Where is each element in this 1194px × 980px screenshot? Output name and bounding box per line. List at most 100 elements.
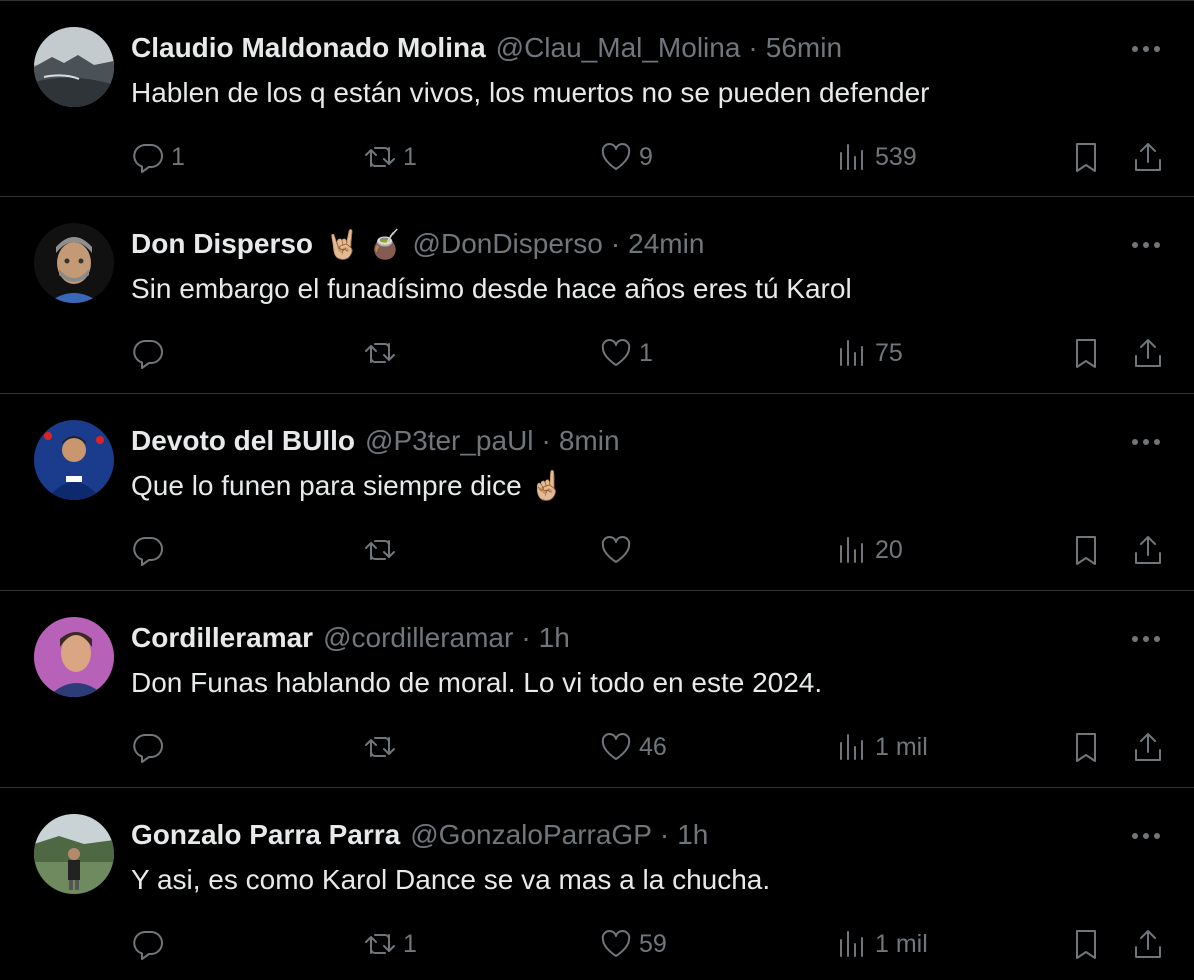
retweet-button[interactable] [363, 727, 403, 767]
timestamp[interactable]: 8min [559, 425, 620, 457]
avatar[interactable] [34, 617, 114, 697]
share-button[interactable] [1131, 137, 1165, 177]
bookmark-button[interactable] [1069, 137, 1103, 177]
view-count: 539 [875, 142, 917, 171]
timestamp[interactable]: 56min [766, 32, 842, 64]
separator: · [659, 819, 670, 850]
action-bar: 46 1 mil [131, 727, 1174, 767]
like-count: 59 [639, 929, 667, 958]
share-button[interactable] [1131, 924, 1165, 964]
name-emoji: 🤘🏼 🧉 [325, 228, 403, 260]
avatar[interactable] [34, 27, 114, 107]
user-handle[interactable]: @P3ter_paUl [365, 425, 534, 457]
views-button[interactable]: 20 [835, 530, 903, 570]
like-icon [601, 733, 631, 760]
retweet-icon [365, 343, 395, 363]
bookmark-button[interactable] [1069, 530, 1103, 570]
view-count: 1 mil [875, 732, 928, 761]
tweet-header: Claudio Maldonado Molina @Clau_Mal_Molin… [131, 28, 1104, 68]
tweet[interactable]: Devoto del BUllo @P3ter_paUl · 8min Que … [0, 394, 1194, 591]
avatar[interactable] [34, 223, 114, 303]
like-button[interactable]: 1 [599, 333, 653, 373]
share-button[interactable] [1131, 727, 1165, 767]
reply-button[interactable] [131, 924, 171, 964]
reply-button[interactable]: 1 [131, 137, 185, 177]
user-handle[interactable]: @GonzaloParraGP [410, 819, 652, 851]
display-name[interactable]: Gonzalo Parra Parra [131, 819, 400, 851]
display-name[interactable]: Cordilleramar [131, 622, 313, 654]
tweet[interactable]: Don Disperso 🤘🏼 🧉 @DonDisperso · 24min S… [0, 197, 1194, 394]
more-icon[interactable] [1128, 818, 1164, 854]
views-button[interactable]: 1 mil [835, 727, 928, 767]
timestamp[interactable]: 1h [677, 819, 708, 851]
retweet-button[interactable] [363, 333, 403, 373]
like-icon [601, 536, 631, 563]
retweet-button[interactable] [363, 530, 403, 570]
reply-button[interactable] [131, 530, 171, 570]
user-handle[interactable]: @cordilleramar [323, 622, 513, 654]
display-name[interactable]: Claudio Maldonado Molina [131, 32, 486, 64]
tweet-text: Y asi, es como Karol Dance se va mas a l… [131, 864, 771, 895]
bookmark-icon [1076, 536, 1096, 565]
tweet-header: Don Disperso 🤘🏼 🧉 @DonDisperso · 24min [131, 224, 1104, 264]
separator: · [541, 425, 551, 456]
avatar[interactable] [34, 420, 114, 500]
like-button[interactable]: 46 [599, 727, 667, 767]
tweet-header: Devoto del BUllo @P3ter_paUl · 8min [131, 421, 1104, 461]
more-icon[interactable] [1128, 424, 1164, 460]
share-icon [1135, 930, 1161, 958]
share-icon [1135, 536, 1161, 564]
retweet-icon [365, 540, 395, 560]
tweet-text: Don Funas hablando de moral. Lo vi todo … [131, 667, 823, 698]
reply-icon [133, 340, 163, 369]
tweet-text: Que lo funen para siempre dice ☝🏼 [131, 470, 565, 501]
like-icon [601, 930, 631, 957]
bookmark-icon [1076, 143, 1096, 172]
like-button[interactable] [599, 530, 639, 570]
like-button[interactable]: 59 [599, 924, 667, 964]
tweet[interactable]: Gonzalo Parra Parra @GonzaloParraGP · 1h… [0, 788, 1194, 978]
more-icon[interactable] [1128, 227, 1164, 263]
share-icon [1135, 339, 1161, 367]
timestamp[interactable]: 24min [628, 228, 704, 260]
reply-button[interactable] [131, 333, 171, 373]
share-icon [1135, 733, 1161, 761]
share-button[interactable] [1131, 530, 1165, 570]
views-button[interactable]: 539 [835, 137, 917, 177]
share-button[interactable] [1131, 333, 1165, 373]
views-button[interactable]: 75 [835, 333, 903, 373]
user-handle[interactable]: @DonDisperso [413, 228, 603, 260]
tweet[interactable]: Claudio Maldonado Molina @Clau_Mal_Molin… [0, 0, 1194, 197]
retweet-button[interactable]: 1 [363, 137, 417, 177]
like-count: 9 [639, 142, 653, 171]
more-icon[interactable] [1128, 621, 1164, 657]
action-bar: 1 1 9 539 [131, 137, 1174, 177]
view-count: 20 [875, 535, 903, 564]
views-icon [840, 340, 863, 366]
more-icon[interactable] [1128, 31, 1164, 67]
timestamp[interactable]: 1h [539, 622, 570, 654]
views-icon [840, 931, 863, 957]
action-bar: 1 59 1 mil [131, 924, 1174, 964]
display-name[interactable]: Don Disperso [131, 228, 313, 260]
retweet-button[interactable]: 1 [363, 924, 417, 964]
tweet[interactable]: Cordilleramar @cordilleramar · 1h Don Fu… [0, 591, 1194, 788]
bookmark-button[interactable] [1069, 924, 1103, 964]
bookmark-button[interactable] [1069, 333, 1103, 373]
tweet-header: Cordilleramar @cordilleramar · 1h [131, 618, 1104, 658]
display-name[interactable]: Devoto del BUllo [131, 425, 355, 457]
share-icon [1135, 143, 1161, 171]
bookmark-button[interactable] [1069, 727, 1103, 767]
like-count: 1 [639, 338, 653, 367]
views-icon [840, 144, 863, 170]
retweet-icon [365, 147, 395, 167]
views-button[interactable]: 1 mil [835, 924, 928, 964]
avatar[interactable] [34, 814, 114, 894]
reply-button[interactable] [131, 727, 171, 767]
tweet-text: Hablen de los q están vivos, los muertos… [131, 77, 930, 108]
user-handle[interactable]: @Clau_Mal_Molina [496, 32, 741, 64]
reply-icon [133, 734, 163, 763]
bookmark-icon [1076, 733, 1096, 762]
like-button[interactable]: 9 [599, 137, 653, 177]
views-icon [840, 537, 863, 563]
